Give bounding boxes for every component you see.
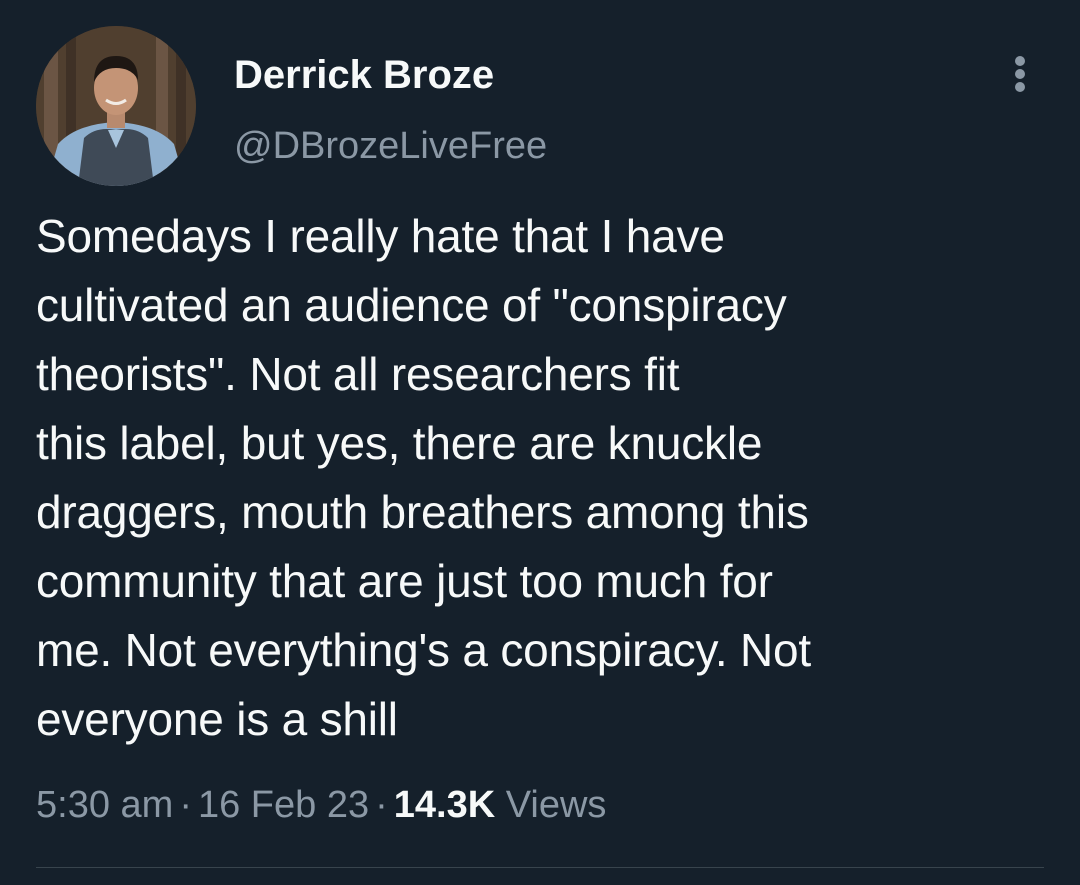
tweet-text-line: me. Not everything's a conspiracy. Not [36, 624, 811, 676]
more-options-button[interactable] [1000, 52, 1040, 96]
tweet-date[interactable]: 16 Feb 23 [198, 784, 369, 826]
tweet-text-line: this label, but yes, there are knuckle [36, 417, 763, 469]
tweet-text-line: theorists". Not all researchers fit [36, 348, 680, 400]
author-display-name[interactable]: Derrick Broze [234, 52, 494, 98]
views-label[interactable]: Views [506, 784, 607, 826]
meta-separator: · [179, 784, 192, 826]
views-count[interactable]: 14.3K [394, 784, 495, 826]
tweet-text-line: everyone is a shill [36, 693, 398, 745]
tweet-text-line: cultivated an audience of "conspiracy [36, 279, 787, 331]
author-avatar[interactable] [36, 26, 196, 186]
tweet-text-line: community that are just too much for [36, 555, 773, 607]
tweet-metadata: 5:30 am · 16 Feb 23 · 14.3K Views [36, 780, 606, 830]
tweet-text-line: Somedays I really hate that I have [36, 210, 725, 262]
tweet: Derrick Broze @DBrozeLiveFree Somedays I… [0, 0, 1080, 885]
tweet-text-line: draggers, mouth breathers among this [36, 486, 809, 538]
divider [36, 867, 1044, 868]
author-handle[interactable]: @DBrozeLiveFree [234, 124, 547, 168]
meta-separator: · [375, 784, 388, 826]
tweet-text: Somedays I really hate that I have culti… [36, 202, 1046, 754]
avatar-photo [36, 26, 196, 186]
tweet-time[interactable]: 5:30 am [36, 784, 173, 826]
